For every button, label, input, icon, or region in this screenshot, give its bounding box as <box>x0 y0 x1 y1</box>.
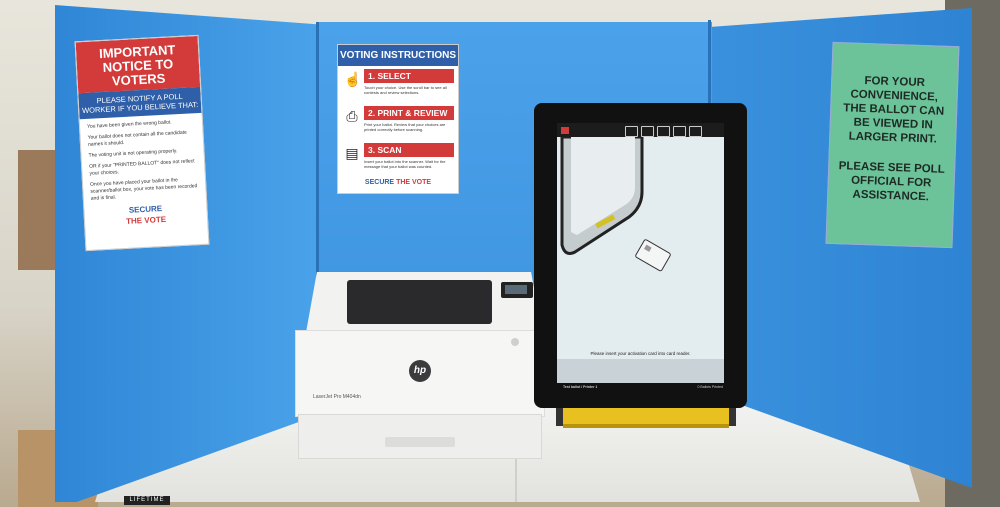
ballots-printed-count: 0 Ballots Printed <box>697 385 724 389</box>
screen-instruction: Please insert your activation card into … <box>590 351 691 356</box>
instruction-step-print: ⎙ 2. PRINT & REVIEW Print your ballot. R… <box>338 106 458 140</box>
table-brand-label: LIFETIME <box>124 496 170 505</box>
large-print-poster: FOR YOUR CONVENIENCE, THE BALLOT CAN BE … <box>825 41 960 249</box>
flag-logo-icon <box>561 127 569 134</box>
language-icon[interactable] <box>641 126 654 137</box>
audio-icon[interactable] <box>657 126 670 137</box>
more-icon[interactable] <box>689 126 702 137</box>
printer-power-button[interactable] <box>511 338 519 346</box>
scanner-icon: ▤ <box>345 145 359 161</box>
notice-bullet: The voting unit is not operating properl… <box>88 148 178 159</box>
instruction-step-select: ☝ 1. SELECT Touch your choice. Use the s… <box>338 69 458 103</box>
printer-display <box>505 285 527 294</box>
instructions-title: VOTING INSTRUCTIONS <box>338 45 458 66</box>
zoom-icon[interactable] <box>625 126 638 137</box>
touch-screen-icon: ☝ <box>344 71 362 87</box>
secure-the-vote-logo: SECURE THE VOTE <box>125 204 167 226</box>
notice-final: Once you have placed your ballot in the … <box>89 177 198 202</box>
voting-instructions-poster: VOTING INSTRUCTIONS ☝ 1. SELECT Touch yo… <box>337 44 459 194</box>
important-notice-poster: IMPORTANT NOTICE TO VOTERS PLEASE NOTIFY… <box>74 34 210 252</box>
printer-icon: ⎙ <box>346 108 358 124</box>
large-print-text: FOR YOUR CONVENIENCE, THE BALLOT CAN BE … <box>843 74 945 146</box>
notice-body: You have been given the wrong ballot. Yo… <box>80 113 208 236</box>
card-reader-illustration <box>560 137 671 272</box>
instruction-step-scan: ▤ 3. SCAN Insert your ballot into the sc… <box>338 143 458 177</box>
printer-model-label: LaserJet Pro M404dn <box>313 394 361 400</box>
printer-output-tray <box>347 280 492 324</box>
notice-title: IMPORTANT NOTICE TO VOTERS <box>75 35 201 94</box>
hp-logo: hp <box>409 360 431 382</box>
contrast-icon[interactable] <box>673 126 686 137</box>
secure-the-vote-logo: SECURE THE VOTE <box>364 179 432 186</box>
notice-bullet: You have been given the wrong ballot. <box>86 119 172 130</box>
notice-printed-ballot: OR if your "PRINTED BALLOT" does not ref… <box>89 158 195 177</box>
notice-bullet: Your ballot does not contain all the can… <box>87 129 188 148</box>
assistance-text: PLEASE SEE POLL OFFICIAL FOR ASSISTANCE. <box>838 160 945 204</box>
ballot-printer: hp LaserJet Pro M404dn <box>295 272 545 459</box>
tablet-status-bar: 0 Ballots Printed Test ballot / Printer … <box>563 385 723 389</box>
tablet-screen[interactable]: Please insert your activation card into … <box>557 123 724 383</box>
screen-footer <box>557 359 724 383</box>
printer-status: Test ballot / Printer 1 <box>563 385 598 389</box>
printer-paper-tray[interactable] <box>298 414 542 459</box>
tray-handle[interactable] <box>385 437 455 447</box>
